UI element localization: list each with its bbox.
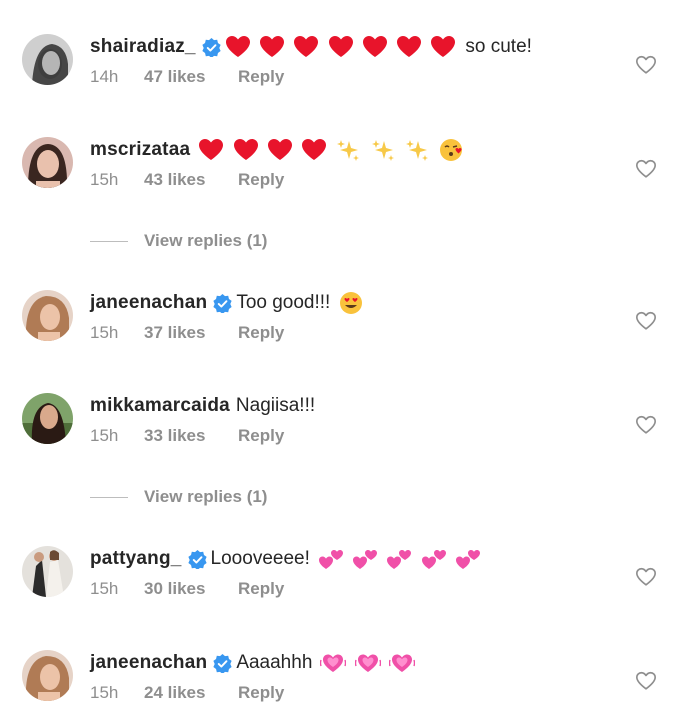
like-heart-icon[interactable] — [635, 566, 657, 588]
view-replies-label: View replies (1) — [144, 231, 268, 250]
emoji-group — [198, 138, 467, 162]
reply-button[interactable]: Reply — [238, 579, 284, 599]
sparkles-icon — [370, 138, 396, 162]
two-hearts-icon — [421, 547, 447, 571]
face-blowing-kiss-icon — [438, 138, 464, 162]
comment-text: so cute! — [465, 36, 532, 57]
avatar[interactable] — [22, 290, 73, 341]
comment-line: janeenachan Aaaahhh — [90, 648, 418, 678]
emoji-group — [318, 547, 484, 571]
comment-item: shairadiaz_ so cute! 14h 47 likes Reply — [0, 32, 693, 112]
timestamp[interactable]: 15h — [90, 426, 144, 446]
red-heart-icon — [328, 35, 354, 59]
likes-count[interactable]: 24 likes — [144, 683, 238, 703]
emoji-group — [320, 651, 418, 675]
username[interactable]: mikkamarcaida — [90, 395, 230, 417]
verified-badge-icon — [202, 37, 221, 57]
likes-count[interactable]: 37 likes — [144, 323, 238, 343]
view-replies-button[interactable]: View replies (1) — [90, 486, 267, 508]
comment-line: mikkamarcaida Nagiisa!!! — [90, 391, 315, 421]
timestamp[interactable]: 15h — [90, 579, 144, 599]
red-heart-icon — [267, 138, 293, 162]
likes-count[interactable]: 30 likes — [144, 579, 238, 599]
red-heart-icon — [259, 35, 285, 59]
comment-meta: 14h 47 likes Reply — [90, 66, 284, 88]
comment-meta: 15h 30 likes Reply — [90, 578, 284, 600]
avatar[interactable] — [22, 650, 73, 701]
timestamp[interactable]: 15h — [90, 683, 144, 703]
two-hearts-icon — [455, 547, 481, 571]
comment-meta: 15h 33 likes Reply — [90, 425, 284, 447]
red-heart-icon — [362, 35, 388, 59]
comment-item: janeenachan Too good!!! 15h 37 likes Rep… — [0, 288, 693, 368]
comment-line: janeenachan Too good!!! — [90, 288, 367, 318]
comment-item: pattyang_ Loooveeee! 15h 30 likes Reply — [0, 544, 693, 624]
red-heart-icon — [233, 138, 259, 162]
comment-item: mscrizataa 15h 43 likes Reply — [0, 135, 693, 215]
growing-heart-icon — [320, 651, 347, 675]
like-heart-icon[interactable] — [635, 54, 657, 76]
red-heart-icon — [396, 35, 422, 59]
username[interactable]: shairadiaz_ — [90, 36, 196, 58]
verified-badge-icon — [213, 653, 232, 673]
comment-text: Nagiisa!!! — [235, 395, 316, 416]
reply-button[interactable]: Reply — [238, 170, 284, 190]
heart-eyes-icon — [338, 291, 364, 315]
view-replies-label: View replies (1) — [144, 487, 268, 506]
two-hearts-icon — [318, 547, 344, 571]
comment-item: janeenachan Aaaahhh 15h 24 likes Reply — [0, 648, 693, 728]
comment-text: Loooveeee! — [210, 548, 310, 569]
sparkles-icon — [335, 138, 361, 162]
emoji-group — [225, 35, 460, 59]
comment-line: shairadiaz_ so cute! — [90, 32, 532, 62]
red-heart-icon — [293, 35, 319, 59]
reply-button[interactable]: Reply — [238, 67, 284, 87]
like-heart-icon[interactable] — [635, 670, 657, 692]
like-heart-icon[interactable] — [635, 310, 657, 332]
username[interactable]: janeenachan — [90, 292, 207, 314]
likes-count[interactable]: 33 likes — [144, 426, 238, 446]
verified-badge-icon — [187, 549, 207, 569]
divider — [90, 496, 128, 498]
avatar[interactable] — [22, 546, 73, 597]
timestamp[interactable]: 15h — [90, 170, 144, 190]
username[interactable]: janeenachan — [90, 652, 207, 674]
like-heart-icon[interactable] — [635, 414, 657, 436]
likes-count[interactable]: 43 likes — [144, 170, 238, 190]
red-heart-icon — [430, 35, 456, 59]
username[interactable]: pattyang_ — [90, 548, 182, 570]
reply-button[interactable]: Reply — [238, 426, 284, 446]
avatar[interactable] — [22, 393, 73, 444]
comment-meta: 15h 43 likes Reply — [90, 169, 284, 191]
sparkles-icon — [404, 138, 430, 162]
timestamp[interactable]: 14h — [90, 67, 144, 87]
red-heart-icon — [198, 138, 224, 162]
comment-meta: 15h 37 likes Reply — [90, 322, 284, 344]
username[interactable]: mscrizataa — [90, 139, 190, 161]
two-hearts-icon — [386, 547, 412, 571]
red-heart-icon — [225, 35, 251, 59]
comment-text: Too good!!! — [236, 292, 331, 313]
comment-meta: 15h 24 likes Reply — [90, 682, 284, 704]
comment-item: mikkamarcaida Nagiisa!!! 15h 33 likes Re… — [0, 391, 693, 471]
growing-heart-icon — [388, 651, 415, 675]
growing-heart-icon — [354, 651, 381, 675]
likes-count[interactable]: 47 likes — [144, 67, 238, 87]
comment-line: mscrizataa — [90, 135, 467, 165]
like-heart-icon[interactable] — [635, 158, 657, 180]
avatar[interactable] — [22, 34, 73, 85]
comment-line: pattyang_ Loooveeee! — [90, 544, 484, 574]
red-heart-icon — [301, 138, 327, 162]
reply-button[interactable]: Reply — [238, 683, 284, 703]
timestamp[interactable]: 15h — [90, 323, 144, 343]
verified-badge-icon — [213, 293, 232, 313]
comment-text: Aaaahhh — [236, 652, 313, 673]
view-replies-button[interactable]: View replies (1) — [90, 230, 267, 252]
two-hearts-icon — [352, 547, 378, 571]
avatar[interactable] — [22, 137, 73, 188]
divider — [90, 240, 128, 242]
reply-button[interactable]: Reply — [238, 323, 284, 343]
